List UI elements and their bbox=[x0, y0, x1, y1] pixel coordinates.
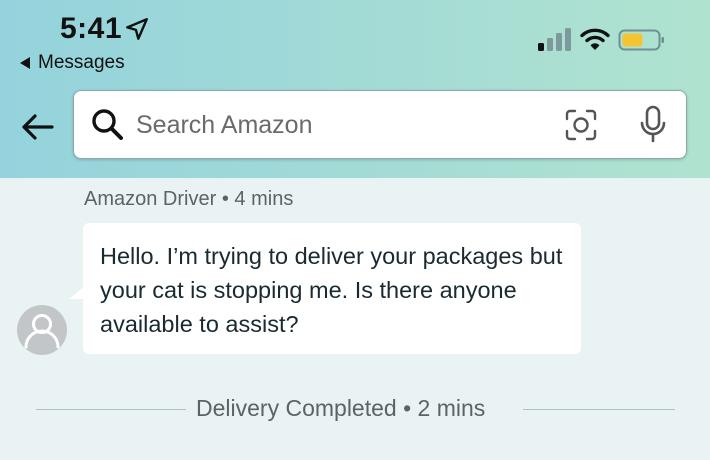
camera-scan-icon[interactable] bbox=[564, 108, 598, 142]
status-time: 5:41 bbox=[60, 12, 123, 45]
message-time: 4 mins bbox=[234, 188, 294, 210]
back-to-messages-link[interactable]: Messages bbox=[20, 52, 125, 74]
back-app-label: Messages bbox=[38, 52, 125, 73]
divider-right bbox=[523, 409, 675, 410]
delivery-status-label: Delivery Completed • 2 mins bbox=[196, 395, 485, 422]
delivery-status-time: 2 mins bbox=[417, 395, 486, 421]
search-bar[interactable] bbox=[73, 90, 687, 159]
app-header: 5:41 Messages bbox=[0, 0, 710, 178]
search-input[interactable] bbox=[136, 105, 536, 145]
battery-level bbox=[622, 33, 643, 47]
message-text: Hello. I’m trying to deliver your packag… bbox=[100, 243, 563, 337]
delivery-status-separator: • bbox=[403, 395, 412, 421]
sender-separator: • bbox=[221, 188, 229, 210]
person-icon bbox=[24, 314, 60, 349]
avatar bbox=[17, 305, 67, 355]
microphone-icon[interactable] bbox=[638, 105, 668, 145]
search-icon bbox=[92, 109, 123, 140]
back-arrow-icon[interactable] bbox=[18, 108, 56, 146]
wifi-icon bbox=[580, 28, 610, 50]
location-arrow-icon bbox=[126, 18, 148, 40]
message-sender-line: Amazon Driver • 4 mins bbox=[84, 188, 293, 211]
sender-name: Amazon Driver bbox=[84, 188, 217, 210]
delivery-status-text: Delivery Completed bbox=[196, 395, 397, 421]
battery-icon bbox=[618, 29, 664, 51]
divider-left bbox=[36, 409, 186, 410]
back-triangle-icon bbox=[20, 57, 30, 69]
cellular-signal-icon bbox=[538, 28, 571, 51]
message-bubble: Hello. I’m trying to deliver your packag… bbox=[83, 223, 581, 354]
